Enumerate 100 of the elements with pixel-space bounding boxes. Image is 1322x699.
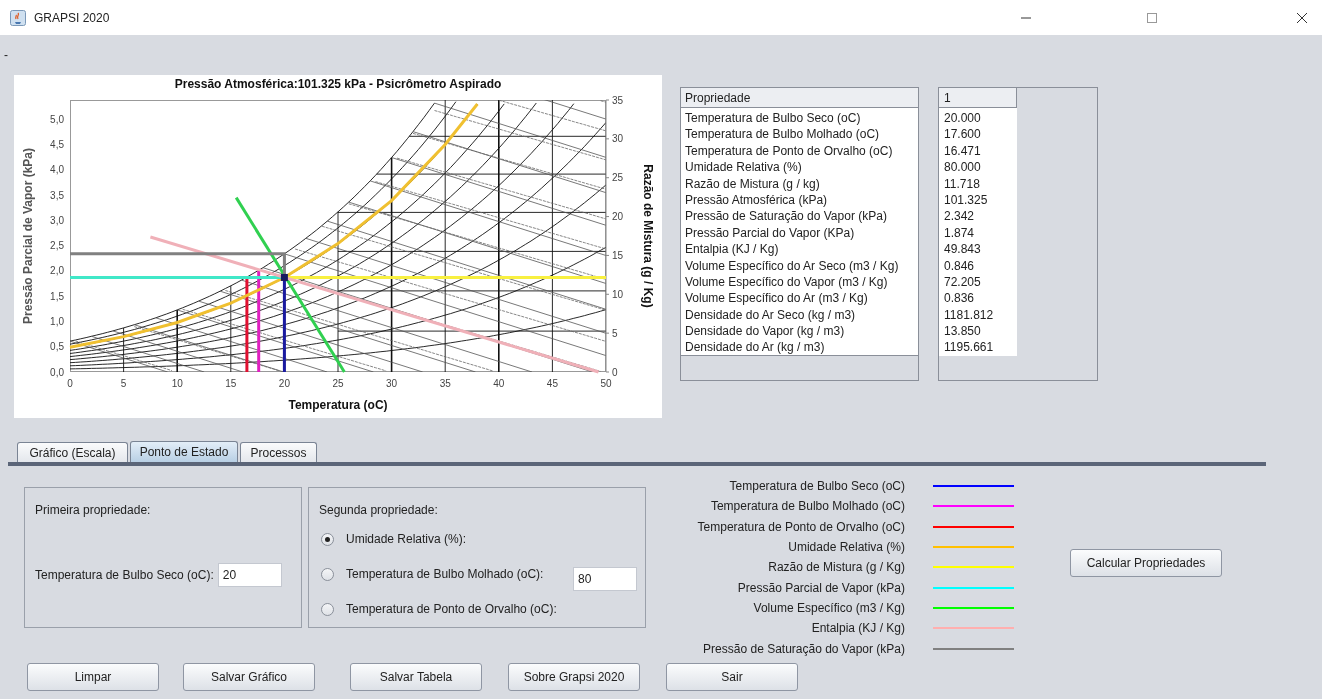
tick-label: 45 bbox=[546, 378, 558, 389]
table-cell-text: 0.846 bbox=[943, 257, 976, 274]
table-cell-text: Pressão Parcial do Vapor (KPa) bbox=[684, 224, 856, 242]
legend-label: Razão de Mistura (g / Kg) bbox=[767, 559, 905, 577]
table-cell-text: 80.000 bbox=[943, 159, 982, 176]
input-field[interactable]: 20 bbox=[217, 563, 282, 587]
tick-label: 10 bbox=[171, 378, 183, 389]
panel-title: Segunda propriedade: bbox=[319, 502, 438, 519]
tick-label: 20 bbox=[612, 211, 624, 223]
table-cell-text: Temperatura de Ponto de Orvalho (oC) bbox=[684, 142, 894, 160]
tick-label: 25 bbox=[612, 172, 624, 184]
radio-button[interactable] bbox=[321, 532, 334, 546]
legend-label: Volume Específico (m3 / Kg) bbox=[752, 599, 905, 617]
legend-label: Temperatura de Bulbo Molhado (oC) bbox=[709, 498, 905, 516]
tick-label: 35 bbox=[439, 378, 451, 389]
tick-label: 5 bbox=[612, 327, 618, 339]
radio-label[interactable]: Temperatura de Ponto de Orvalho (oC): bbox=[346, 600, 557, 618]
table-cell-text: Pressão Atmosférica (kPa) bbox=[684, 191, 829, 209]
legend-label: Entalpia (KJ / Kg) bbox=[810, 620, 905, 638]
table-cell-text: Temperatura de Bulbo Molhado (oC) bbox=[684, 126, 881, 143]
legend-label: Pressão de Saturação do Vapor (kPa) bbox=[702, 640, 905, 658]
legend-label: Temperatura de Bulbo Seco (oC) bbox=[728, 478, 905, 496]
table-cell-text: Entalpia (KJ / Kg) bbox=[684, 241, 780, 258]
table-cell-text: 16.471 bbox=[943, 142, 982, 160]
tick-label: 30 bbox=[386, 378, 398, 389]
app-icon bbox=[10, 9, 26, 26]
field-label: Temperatura de Bulbo Seco (oC): bbox=[35, 567, 214, 584]
tick-label: 0 bbox=[67, 378, 73, 389]
tab[interactable]: Processos bbox=[240, 442, 317, 462]
window-title: GRAPSI 2020 bbox=[34, 9, 110, 27]
action-button[interactable]: Sobre Grapsi 2020 bbox=[508, 663, 640, 691]
table-cell-text: Densidade do Ar (kg / m3) bbox=[684, 339, 826, 356]
menu-text: - bbox=[4, 47, 8, 64]
tab[interactable]: Ponto de Estado bbox=[130, 441, 238, 462]
table-cell-text: Volume Específico do Ar Seco (m3 / Kg) bbox=[684, 257, 900, 274]
tick-label: 5,0 bbox=[50, 113, 64, 125]
tick-label: 20 bbox=[278, 378, 290, 389]
table-cell-text: 49.843 bbox=[943, 241, 982, 258]
radio-label[interactable]: Temperatura de Bulbo Molhado (oC): bbox=[346, 565, 544, 583]
table-cell-text: 101.325 bbox=[943, 191, 989, 209]
state-point-marker bbox=[280, 273, 288, 281]
tick-label: 25 bbox=[332, 378, 344, 389]
table-cell-text: Densidade do Vapor (kg / m3) bbox=[684, 323, 846, 340]
tick-label: 15 bbox=[612, 249, 624, 261]
tick-label: 3,0 bbox=[50, 214, 64, 226]
tick-label: 35 bbox=[612, 94, 624, 106]
tick-label: 1,0 bbox=[50, 315, 64, 327]
tick-label: 0 bbox=[612, 366, 618, 378]
action-button[interactable]: Salvar Tabela bbox=[350, 663, 482, 691]
action-button[interactable]: Salvar Gráfico bbox=[183, 663, 315, 691]
table-cell-text: 17.600 bbox=[943, 126, 982, 143]
table-cell-text: 0.836 bbox=[943, 290, 976, 307]
legend-label: Temperatura de Ponto de Orvalho (oC) bbox=[696, 518, 905, 536]
table-cell-text: Pressão de Saturação do Vapor (kPa) bbox=[684, 208, 888, 225]
tick-label: 0,5 bbox=[50, 341, 64, 353]
chart-title: Pressão Atmosférica:101.325 kPa - Psicrômetro Aspirado bbox=[174, 77, 502, 91]
table-cell-text: 20.000 bbox=[943, 110, 982, 127]
radio-button[interactable] bbox=[321, 567, 334, 581]
tick-label: 10 bbox=[612, 288, 624, 300]
axis-title: Razão de Mistura (g / Kg) bbox=[641, 164, 655, 308]
calculate-button[interactable]: Calcular Propriedades bbox=[1070, 549, 1222, 577]
table-cell-text: 2.342 bbox=[943, 208, 976, 225]
input-field[interactable]: 80 bbox=[573, 567, 637, 591]
maximize-icon[interactable] bbox=[1147, 12, 1157, 23]
tick-label: 5 bbox=[120, 378, 127, 389]
table-cell-text: Umidade Relativa (%) bbox=[684, 159, 803, 176]
tick-label: 1,5 bbox=[50, 290, 64, 302]
table-cell-text: 72.205 bbox=[943, 273, 982, 291]
axis-title: Temperatura (oC) bbox=[288, 398, 388, 412]
table-cell-text: Volume Específico do Ar (m3 / Kg) bbox=[684, 290, 869, 307]
tick-label: 40 bbox=[493, 378, 505, 389]
tab[interactable]: Gráfico (Escala) bbox=[17, 442, 128, 462]
close-icon[interactable] bbox=[1297, 12, 1307, 23]
action-button[interactable]: Limpar bbox=[27, 663, 159, 691]
table-cell-text: 11.718 bbox=[943, 175, 981, 192]
column-header[interactable]: Propriedade bbox=[681, 88, 919, 108]
table-cell-text: Volume Específico do Vapor (m3 / Kg) bbox=[684, 273, 889, 291]
tick-label: 3,5 bbox=[50, 189, 64, 201]
tick-label: 2,0 bbox=[50, 265, 64, 277]
table-cell-text: 1.874 bbox=[943, 224, 976, 242]
legend-label: Pressão Parcial de Vapor (kPa) bbox=[736, 579, 905, 597]
table-cell-text: Razão de Mistura (g / kg) bbox=[684, 175, 821, 192]
table-cell-text: Densidade do Ar Seco (kg / m3) bbox=[684, 306, 857, 324]
table-cell-text: 13.850 bbox=[943, 323, 982, 340]
panel-title: Primeira propriedade: bbox=[35, 502, 151, 519]
tick-label: 2,5 bbox=[50, 240, 64, 252]
table-cell-text: 1195.661 bbox=[943, 339, 995, 356]
tick-label: 4,0 bbox=[50, 164, 64, 176]
action-button[interactable]: Sair bbox=[666, 663, 798, 691]
tick-label: 4,5 bbox=[50, 139, 64, 150]
radio-label[interactable]: Umidade Relativa (%): bbox=[346, 530, 467, 548]
table-cell-text: Temperatura de Bulbo Seco (oC) bbox=[684, 110, 862, 127]
tick-label: 50 bbox=[600, 378, 612, 389]
radio-button[interactable] bbox=[321, 602, 334, 616]
table-cell-text: 1181.812 bbox=[943, 306, 995, 324]
column-header[interactable]: 1 bbox=[939, 88, 1017, 108]
legend-label: Umidade Relativa (%) bbox=[787, 539, 905, 557]
tick-label: 0,0 bbox=[50, 366, 64, 378]
tick-label: 15 bbox=[225, 378, 237, 389]
axis-title: Pressão Parcial de Vapor (kPa) bbox=[21, 147, 35, 325]
